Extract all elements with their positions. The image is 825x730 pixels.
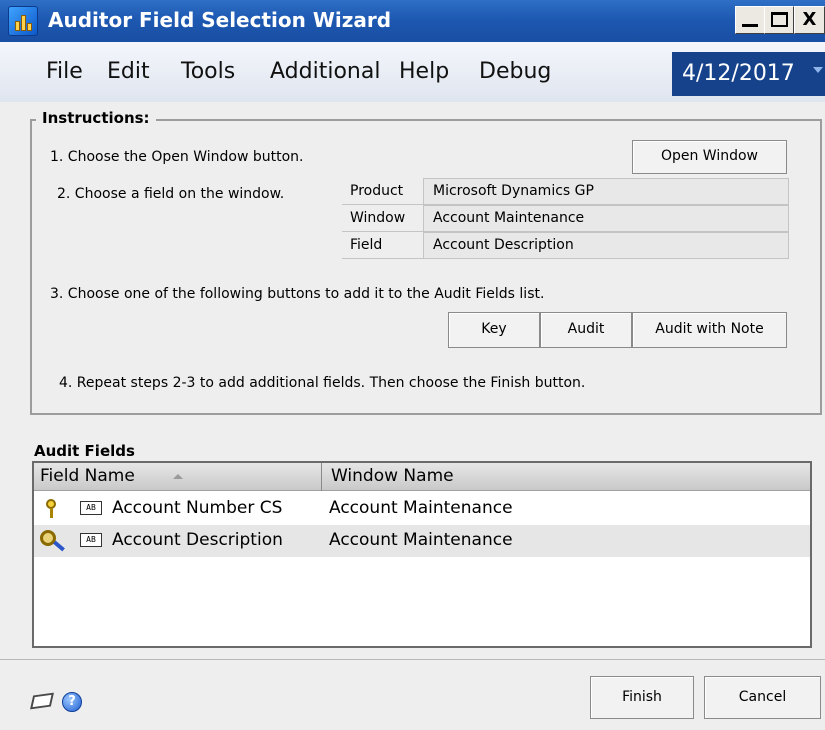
open-window-label: Open Window (660, 148, 759, 164)
dropdown-arrow-icon (813, 67, 823, 73)
key-icon (44, 499, 58, 519)
maximize-icon (771, 12, 788, 27)
window-name-cell: Account Maintenance (329, 498, 513, 518)
list-header: Field Name Window Name (34, 463, 810, 491)
audit-fields-title: Audit Fields (34, 442, 135, 460)
table-row[interactable]: AB Account Description Account Maintenan… (34, 525, 810, 557)
audit-with-note-button[interactable]: Audit with Note (632, 312, 787, 348)
maximize-button[interactable] (764, 6, 794, 34)
title-bar: Auditor Field Selection Wizard X (0, 0, 825, 42)
menu-additional[interactable]: Additional (270, 59, 380, 84)
text-field-icon: AB (80, 533, 102, 547)
footer-divider (0, 659, 825, 660)
user-date[interactable]: 4/12/2017 (672, 52, 825, 96)
audit-button-label: Audit (567, 321, 605, 337)
audit-fields-list[interactable]: Field Name Window Name AB Account Number… (32, 461, 812, 648)
cancel-button-label: Cancel (738, 689, 787, 705)
info-row-field: Field Account Description (342, 232, 789, 259)
menu-help[interactable]: Help (399, 59, 449, 84)
key-button-label: Key (481, 321, 507, 337)
cancel-button[interactable]: Cancel (704, 676, 821, 719)
note-icon[interactable] (30, 692, 56, 712)
wizard-body: Instructions: 1. Choose the Open Window … (0, 102, 825, 730)
help-icon[interactable]: ? (62, 692, 82, 712)
open-window-button[interactable]: Open Window (632, 140, 787, 174)
audit-magnifier-icon (38, 528, 65, 554)
menu-file[interactable]: File (46, 59, 83, 84)
field-info-table: Product Microsoft Dynamics GP Window Acc… (342, 178, 789, 259)
column-header-window-name[interactable]: Window Name (331, 466, 454, 486)
step-4: 4. Repeat steps 2-3 to add additional fi… (59, 375, 586, 391)
audit-with-note-label: Audit with Note (655, 321, 764, 337)
window-name-cell: Account Maintenance (329, 530, 513, 550)
column-divider[interactable] (321, 463, 322, 491)
info-value: Microsoft Dynamics GP (423, 178, 789, 204)
key-button[interactable]: Key (448, 312, 540, 348)
close-button[interactable]: X (794, 6, 825, 34)
step-2: 2. Choose a field on the window. (57, 186, 285, 202)
field-name-cell: Account Number CS (112, 498, 283, 518)
info-row-window: Window Account Maintenance (342, 205, 789, 232)
menu-tools[interactable]: Tools (181, 59, 235, 84)
info-value: Account Maintenance (423, 205, 789, 231)
sort-ascending-icon (173, 474, 183, 479)
text-field-icon: AB (80, 501, 102, 515)
audit-button[interactable]: Audit (540, 312, 632, 348)
finish-button[interactable]: Finish (590, 676, 694, 719)
step-1: 1. Choose the Open Window button. (50, 149, 304, 165)
user-date-text: 4/12/2017 (682, 61, 795, 86)
menu-debug[interactable]: Debug (479, 59, 551, 84)
minimize-button[interactable] (735, 6, 765, 34)
window-title: Auditor Field Selection Wizard (48, 8, 392, 32)
column-header-field-name[interactable]: Field Name (40, 466, 135, 486)
info-label: Window (350, 210, 406, 226)
field-name-cell: Account Description (112, 530, 283, 550)
app-icon (8, 6, 38, 36)
menu-edit[interactable]: Edit (107, 59, 150, 84)
info-label: Field (350, 237, 383, 253)
minimize-icon (742, 24, 758, 27)
info-row-product: Product Microsoft Dynamics GP (342, 178, 789, 205)
step-3: 3. Choose one of the following buttons t… (50, 286, 545, 302)
info-value: Account Description (423, 232, 789, 258)
info-label: Product (350, 183, 404, 199)
table-row[interactable]: AB Account Number CS Account Maintenance (34, 493, 810, 525)
finish-button-label: Finish (622, 689, 662, 705)
instructions-legend: Instructions: (36, 109, 156, 127)
